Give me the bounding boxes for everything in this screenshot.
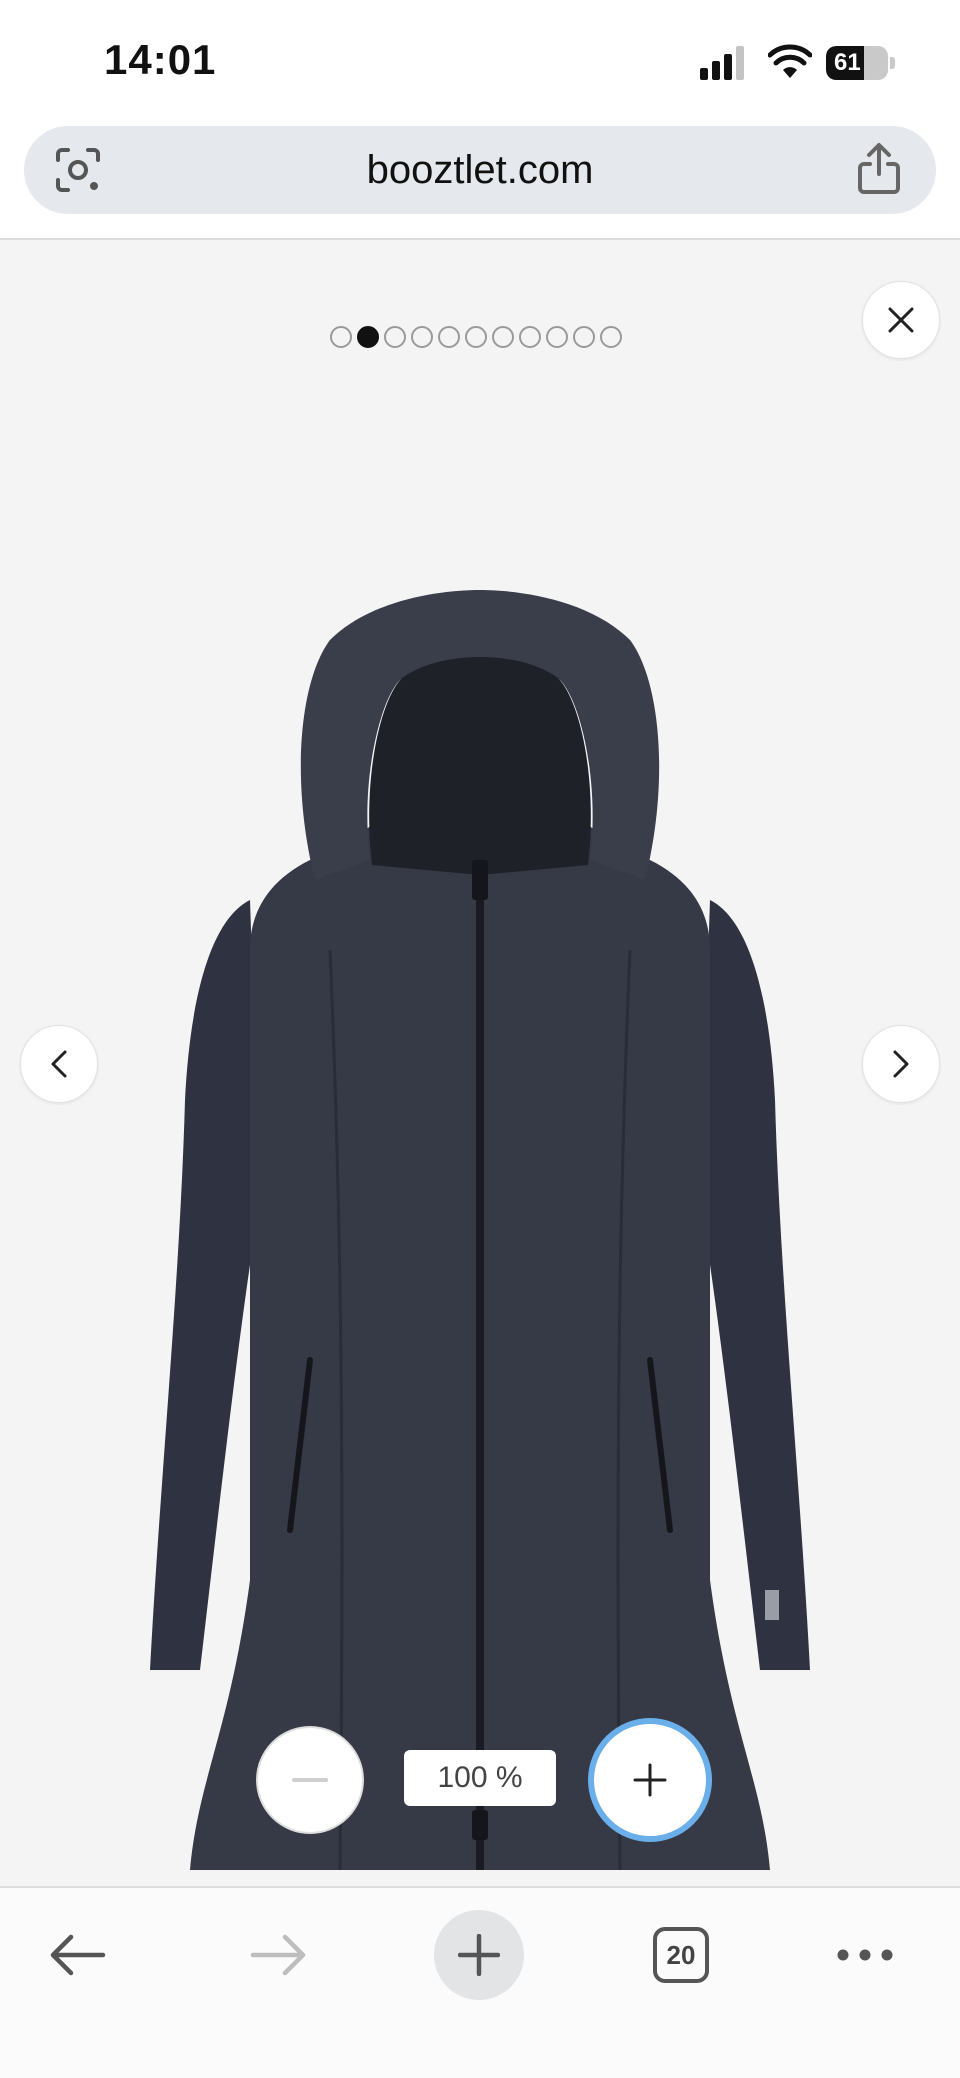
close-button[interactable] <box>862 281 940 359</box>
previous-image-button[interactable] <box>20 1025 98 1103</box>
minus-icon <box>292 1778 328 1782</box>
close-icon <box>888 307 914 333</box>
tab-count: 20 <box>666 1939 696 1970</box>
address-bar[interactable]: booztlet.com <box>24 126 936 214</box>
wifi-icon <box>768 44 812 78</box>
battery-tip <box>890 57 895 69</box>
page-dot[interactable] <box>573 326 595 348</box>
product-image[interactable] <box>140 480 820 1880</box>
page-dot[interactable] <box>330 326 352 348</box>
more-button[interactable] <box>820 1910 910 2000</box>
forward-button[interactable] <box>234 1910 324 2000</box>
battery-icon: 61 <box>826 46 896 80</box>
page-dot[interactable] <box>519 326 541 348</box>
page-dot[interactable] <box>411 326 433 348</box>
back-button[interactable] <box>32 1910 122 2000</box>
page-dot[interactable] <box>438 326 460 348</box>
new-tab-icon <box>458 1934 500 1976</box>
next-image-button[interactable] <box>862 1025 940 1103</box>
zoom-in-button[interactable] <box>588 1718 712 1842</box>
browser-toolbar: 20 <box>0 1886 960 2078</box>
page-indicator <box>330 326 622 348</box>
battery-body: 61 <box>826 46 888 80</box>
page-dot[interactable] <box>465 326 487 348</box>
address-bar-container: booztlet.com <box>0 122 960 240</box>
plus-icon <box>633 1763 667 1797</box>
page-dot[interactable] <box>384 326 406 348</box>
page-dot[interactable] <box>357 326 379 348</box>
back-arrow-icon <box>50 1934 106 1976</box>
new-tab-button[interactable] <box>434 1910 524 2000</box>
status-time: 14:01 <box>104 36 217 83</box>
image-gallery: 100 % <box>0 240 960 1886</box>
chevron-left-icon <box>51 1050 67 1078</box>
battery-level: 61 <box>834 49 861 76</box>
tabs-button[interactable]: 20 <box>636 1910 726 2000</box>
zoom-level: 100 % <box>404 1750 556 1806</box>
forward-arrow-icon <box>250 1934 306 1976</box>
url-text: booztlet.com <box>366 148 594 192</box>
more-icon <box>837 1949 893 1961</box>
zoom-out-button[interactable] <box>256 1726 364 1834</box>
tabs-icon: 20 <box>653 1927 709 1983</box>
status-bar: 14:01 61 <box>0 0 960 122</box>
share-icon[interactable] <box>854 142 904 196</box>
page-dot[interactable] <box>492 326 514 348</box>
page-dot[interactable] <box>600 326 622 348</box>
cellular-signal-icon <box>700 46 744 80</box>
page-dot[interactable] <box>546 326 568 348</box>
chevron-right-icon <box>893 1050 909 1078</box>
